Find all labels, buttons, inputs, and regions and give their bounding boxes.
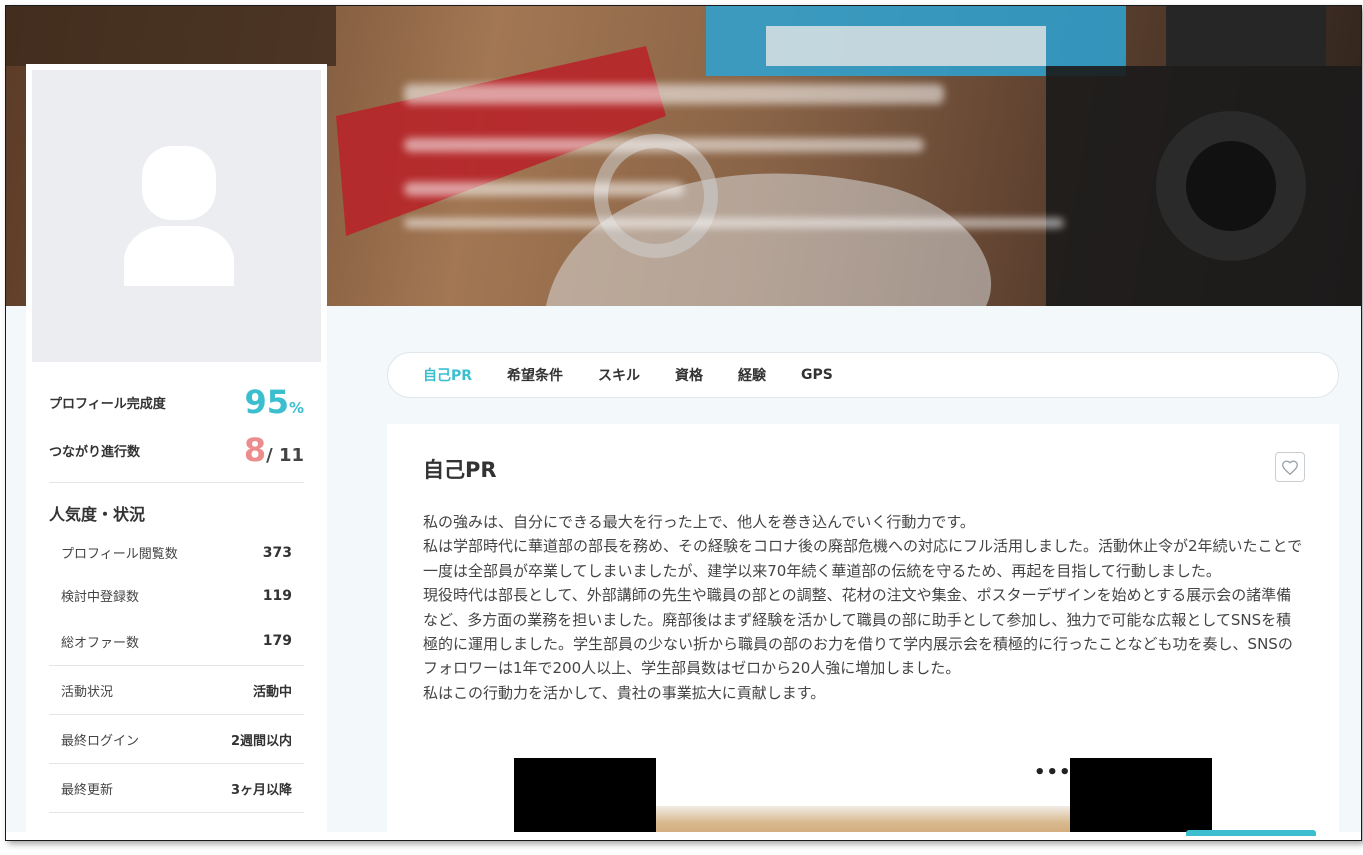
pr-paragraph: 現役時代は部長として、外部講師の先生や職員の部との調整、花材の注文や集金、ポスタ… bbox=[423, 586, 1293, 678]
hero-blurred-text bbox=[404, 218, 1064, 228]
divider bbox=[49, 482, 304, 483]
status-last-update: 最終更新 3ヶ月以降 bbox=[49, 764, 304, 813]
hero-blurred-text bbox=[404, 182, 684, 196]
hero-blurred-text bbox=[404, 138, 924, 152]
tab-qualifications[interactable]: 資格 bbox=[675, 365, 703, 385]
bottom-strip bbox=[6, 832, 1361, 840]
profile-completion-label: プロフィール完成度 bbox=[49, 396, 166, 412]
profile-tabs: 自己PR 希望条件 スキル 資格 経験 GPS bbox=[387, 352, 1339, 398]
stat-value: 179 bbox=[262, 633, 292, 649]
action-button-edge[interactable] bbox=[1186, 830, 1316, 836]
stat-considering: 検討中登録数 119 bbox=[49, 574, 304, 617]
more-options-icon[interactable]: ••• bbox=[1034, 762, 1072, 783]
tab-skills[interactable]: スキル bbox=[598, 365, 640, 385]
page-frame: プロフィール完成度 95% つながり進行数 8/ 11 人気度・状況 プロフィー… bbox=[5, 5, 1362, 841]
stat-value: 119 bbox=[262, 587, 292, 604]
connections-total: / 11 bbox=[266, 445, 304, 466]
profile-completion-unit: % bbox=[288, 399, 304, 417]
video-letterbox-left bbox=[514, 758, 656, 840]
avatar-card bbox=[26, 64, 327, 362]
popularity-heading: 人気度・状況 bbox=[49, 505, 146, 524]
stat-value: 373 bbox=[262, 544, 292, 561]
self-pr-panel: 自己PR 私の強みは、自分にできる最大を行った上で、他人を巻き込んでいく行動力で… bbox=[387, 424, 1339, 840]
status-value: 2週間以内 bbox=[230, 733, 292, 749]
tab-desired-conditions[interactable]: 希望条件 bbox=[507, 365, 563, 385]
video-player[interactable]: ••• bbox=[514, 758, 1212, 840]
section-title: 自己PR bbox=[423, 458, 497, 482]
status-activity: 活動状況 活動中 bbox=[49, 666, 304, 715]
connections-row: つながり進行数 8/ 11 bbox=[49, 426, 304, 474]
user-silhouette-icon bbox=[124, 146, 234, 286]
profile-stats-card: プロフィール完成度 95% つながり進行数 8/ 11 人気度・状況 プロフィー… bbox=[26, 362, 327, 832]
status-label: 最終更新 bbox=[61, 782, 114, 798]
stat-label: プロフィール閲覧数 bbox=[61, 547, 178, 562]
pr-paragraph: 私は学部時代に華道部の部長を務め、その経験をコロナ後の廃部危機への対応にフル活用… bbox=[423, 537, 1303, 580]
stat-profile-views: プロフィール閲覧数 373 bbox=[49, 531, 304, 574]
connections-value: 8 bbox=[243, 431, 267, 469]
stat-label: 検討中登録数 bbox=[61, 590, 140, 605]
heart-icon bbox=[1282, 460, 1298, 475]
stat-total-offers: 総オファー数 179 bbox=[49, 617, 304, 666]
status-last-login: 最終ログイン 2週間以内 bbox=[49, 715, 304, 764]
hero-blurred-text bbox=[404, 84, 944, 104]
status-value: 活動中 bbox=[252, 684, 292, 700]
profile-completion-value: 95 bbox=[244, 383, 289, 421]
connections-label: つながり進行数 bbox=[49, 444, 141, 460]
status-label: 最終ログイン bbox=[61, 733, 140, 749]
status-value: 3ヶ月以降 bbox=[230, 782, 292, 798]
pr-paragraph: 私の強みは、自分にできる最大を行った上で、他人を巻き込んでいく行動力です。 bbox=[423, 513, 975, 531]
favorite-button[interactable] bbox=[1275, 452, 1305, 482]
tab-self-pr[interactable]: 自己PR bbox=[423, 365, 472, 385]
self-pr-text: 私の強みは、自分にできる最大を行った上で、他人を巻き込んでいく行動力です。 私は… bbox=[423, 510, 1303, 705]
video-letterbox-right bbox=[1070, 758, 1212, 840]
tab-experience[interactable]: 経験 bbox=[738, 365, 766, 385]
tab-gps[interactable]: GPS bbox=[801, 367, 833, 383]
avatar[interactable] bbox=[32, 70, 321, 362]
pr-paragraph: 私はこの行動力を活かして、貴社の事業拡大に貢献します。 bbox=[423, 683, 826, 702]
stat-label: 総オファー数 bbox=[61, 635, 140, 651]
status-label: 活動状況 bbox=[61, 684, 114, 700]
profile-completion-row: プロフィール完成度 95% bbox=[49, 378, 304, 426]
